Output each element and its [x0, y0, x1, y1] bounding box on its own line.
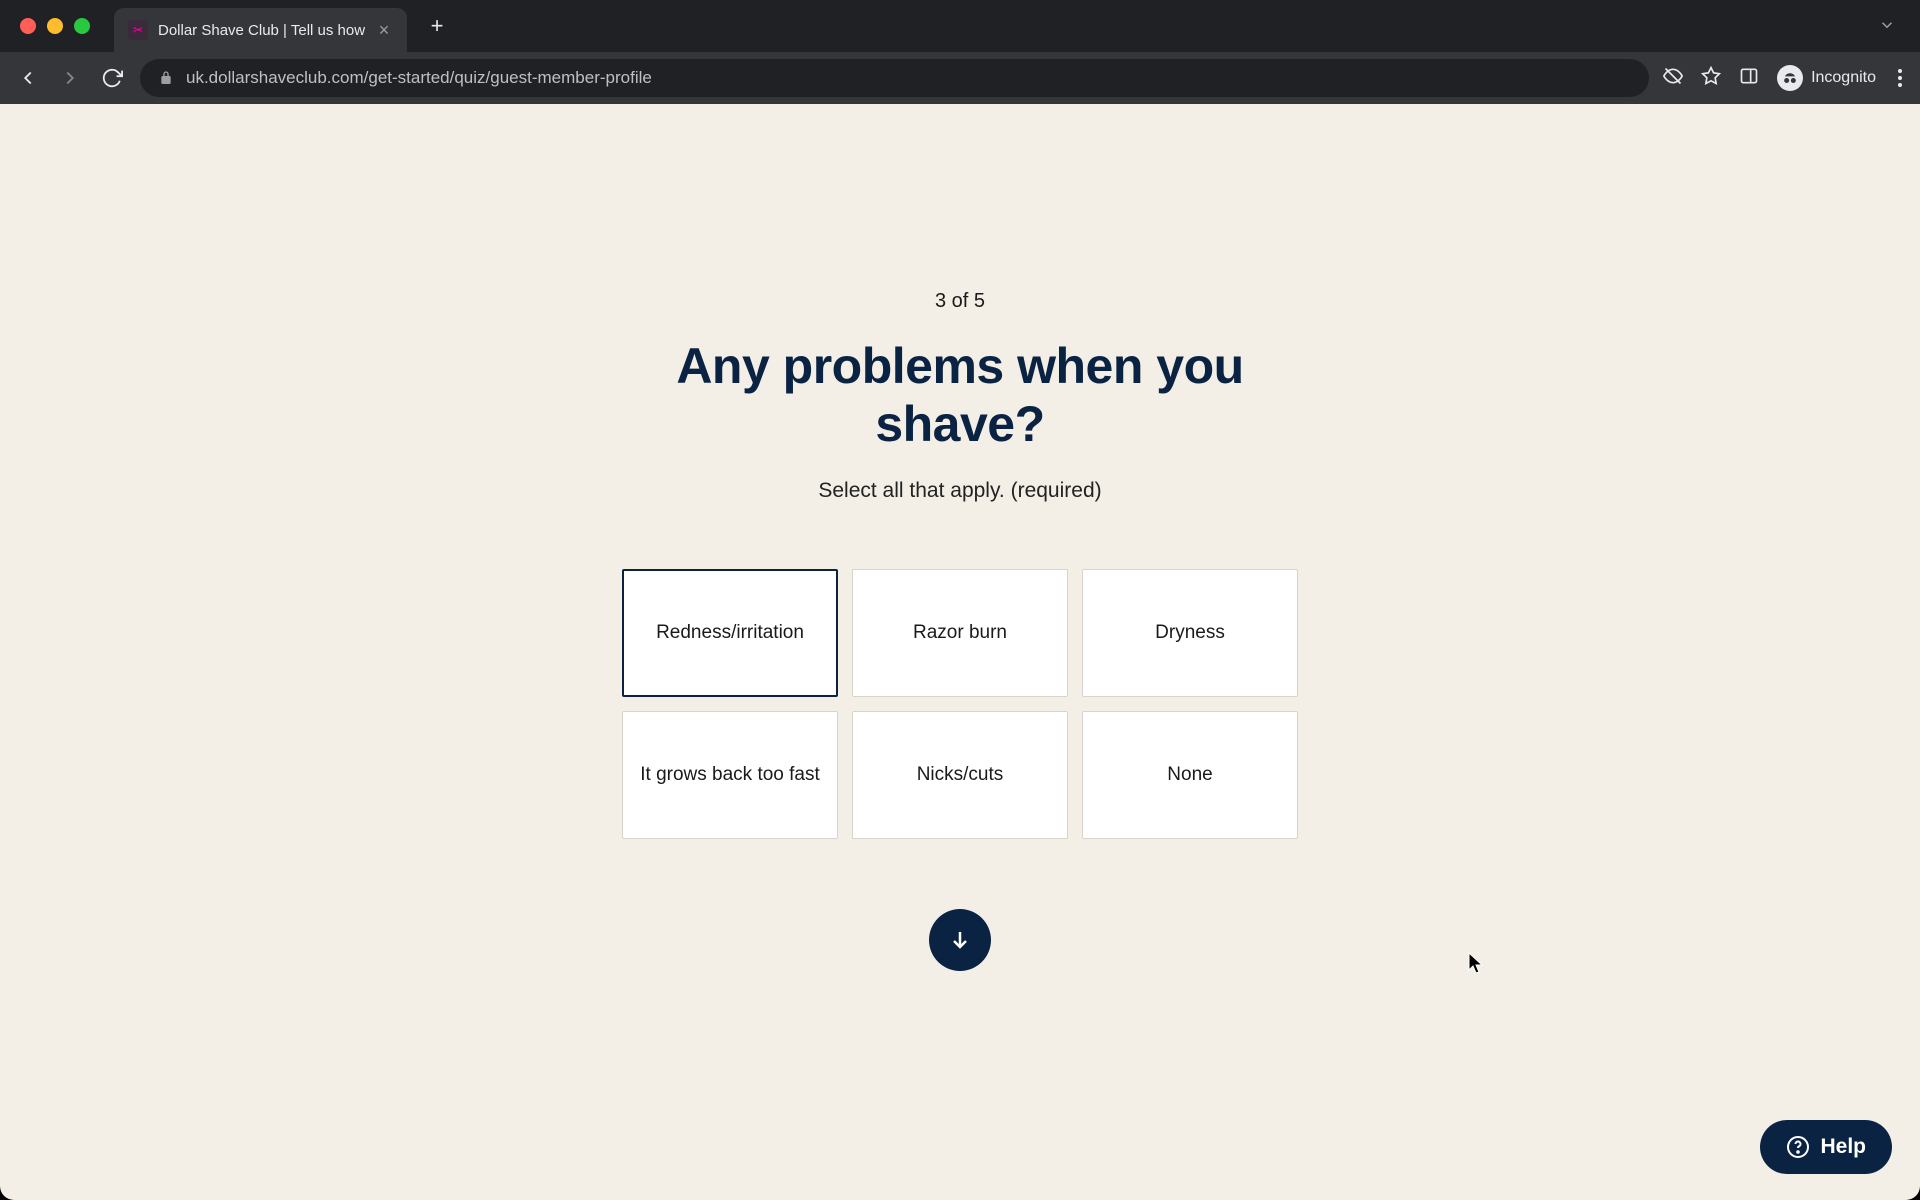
incognito-indicator[interactable]: Incognito [1777, 65, 1876, 91]
window-minimize-button[interactable] [47, 18, 63, 34]
option-label: Nicks/cuts [917, 764, 1004, 786]
arrow-down-icon [948, 928, 972, 952]
incognito-label: Incognito [1811, 69, 1876, 87]
quiz-options-grid: Redness/irritation Razor burn Dryness It… [620, 569, 1300, 839]
page-content: 3 of 5 Any problems when you shave? Sele… [0, 104, 1920, 1200]
tracking-protection-icon[interactable] [1663, 66, 1683, 91]
tab-title: Dollar Shave Club | Tell us how [158, 22, 365, 39]
reload-button[interactable] [98, 64, 126, 92]
window-close-button[interactable] [20, 18, 36, 34]
next-button[interactable] [929, 909, 991, 971]
tab-favicon-icon: ✂ [128, 20, 148, 40]
quiz-question: Any problems when you shave? [620, 337, 1300, 453]
option-label: None [1167, 764, 1212, 786]
help-label: Help [1820, 1135, 1866, 1159]
lock-icon [158, 70, 174, 86]
option-none[interactable]: None [1082, 711, 1298, 839]
mouse-cursor-icon [1468, 952, 1486, 976]
quiz-container: 3 of 5 Any problems when you shave? Sele… [620, 104, 1300, 971]
browser-chrome: ✂ Dollar Shave Club | Tell us how × + uk… [0, 0, 1920, 104]
help-button[interactable]: Help [1760, 1120, 1892, 1174]
option-label: It grows back too fast [640, 764, 820, 786]
browser-menu-button[interactable] [1894, 65, 1906, 91]
window-maximize-button[interactable] [74, 18, 90, 34]
option-nicks-cuts[interactable]: Nicks/cuts [852, 711, 1068, 839]
option-label: Redness/irritation [656, 622, 804, 644]
bookmark-star-icon[interactable] [1701, 66, 1721, 91]
url-bar[interactable]: uk.dollarshaveclub.com/get-started/quiz/… [140, 59, 1649, 97]
address-bar: uk.dollarshaveclub.com/get-started/quiz/… [0, 52, 1920, 104]
window-controls [20, 18, 90, 34]
forward-button[interactable] [56, 64, 84, 92]
help-icon [1786, 1135, 1810, 1159]
option-grows-back-too-fast[interactable]: It grows back too fast [622, 711, 838, 839]
browser-tab[interactable]: ✂ Dollar Shave Club | Tell us how × [114, 8, 407, 52]
option-label: Dryness [1155, 622, 1225, 644]
tabs-dropdown-button[interactable] [1878, 16, 1896, 37]
back-button[interactable] [14, 64, 42, 92]
incognito-icon [1777, 65, 1803, 91]
option-razor-burn[interactable]: Razor burn [852, 569, 1068, 697]
side-panel-icon[interactable] [1739, 66, 1759, 91]
tab-bar: ✂ Dollar Shave Club | Tell us how × + [0, 0, 1920, 52]
option-label: Razor burn [913, 622, 1007, 644]
url-text: uk.dollarshaveclub.com/get-started/quiz/… [186, 68, 1631, 88]
option-dryness[interactable]: Dryness [1082, 569, 1298, 697]
chrome-action-icons: Incognito [1663, 65, 1906, 91]
quiz-progress: 3 of 5 [620, 290, 1300, 313]
new-tab-button[interactable]: + [423, 13, 451, 39]
option-redness-irritation[interactable]: Redness/irritation [622, 569, 838, 697]
tab-close-button[interactable]: × [375, 20, 393, 41]
quiz-instruction: Select all that apply. (required) [620, 479, 1300, 503]
